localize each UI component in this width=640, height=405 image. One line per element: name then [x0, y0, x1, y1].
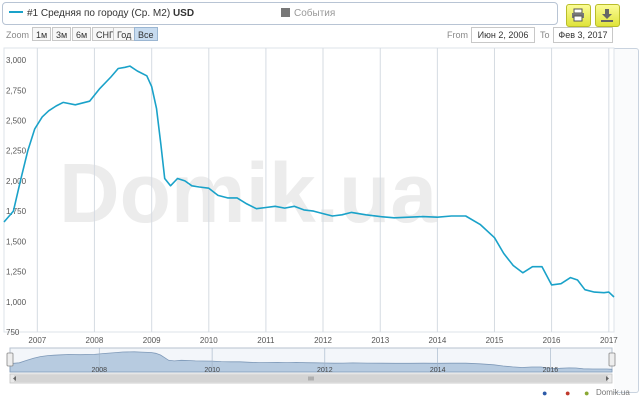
- navigator-year-label: 2008: [91, 367, 107, 374]
- navigator[interactable]: 2008 2010 2012 2014 2016: [6, 347, 616, 384]
- x-tick-label: 2007: [28, 336, 46, 345]
- y-tick-label: 2,750: [6, 86, 27, 95]
- x-tick-label: 2010: [200, 336, 218, 345]
- x-tick-label: 2008: [86, 336, 104, 345]
- x-tick-label: 2013: [371, 336, 389, 345]
- navigator-year-label: 2014: [430, 367, 446, 374]
- y-tick-label: 2,000: [6, 177, 27, 186]
- x-tick-label: 2016: [543, 336, 561, 345]
- price-chart: Domik.ua 750 1,000 1,250 1,500 1,750 2,000 2,2…: [3, 47, 618, 384]
- watermark: Domik.ua: [59, 146, 438, 240]
- x-tick-label: 2014: [428, 336, 446, 345]
- x-tick-label: 2017: [600, 336, 618, 345]
- x-axis-ticks: 2007 2008 2009 2010 2011 2012 2013 2014 2015 2016…: [28, 336, 618, 345]
- navigator-left-handle[interactable]: [6, 352, 14, 367]
- y-tick-label: 2,500: [6, 117, 27, 126]
- source-label: Domik.ua: [596, 388, 630, 397]
- navigator-year-label: 2012: [317, 367, 333, 374]
- y-tick-label: 3,000: [6, 56, 27, 65]
- x-tick-label: 2012: [314, 336, 332, 345]
- navigator-year-label: 2010: [204, 367, 220, 374]
- y-tick-label: 1,750: [6, 207, 27, 216]
- footer-dot-2: ●: [565, 388, 571, 398]
- x-tick-label: 2015: [486, 336, 504, 345]
- x-tick-label: 2009: [143, 336, 161, 345]
- y-tick-label: 1,250: [6, 268, 27, 277]
- footer-dot-1: ●: [542, 388, 548, 398]
- y-tick-label: 2,250: [6, 147, 27, 156]
- footer-dot-3: ●: [584, 388, 590, 398]
- navigator-year-label: 2016: [543, 367, 559, 374]
- x-tick-label: 2011: [257, 336, 275, 345]
- y-tick-label: 1,000: [6, 298, 27, 307]
- y-tick-label: 1,500: [6, 237, 27, 246]
- y-tick-label: 750: [6, 328, 20, 337]
- navigator-right-handle[interactable]: [608, 352, 616, 367]
